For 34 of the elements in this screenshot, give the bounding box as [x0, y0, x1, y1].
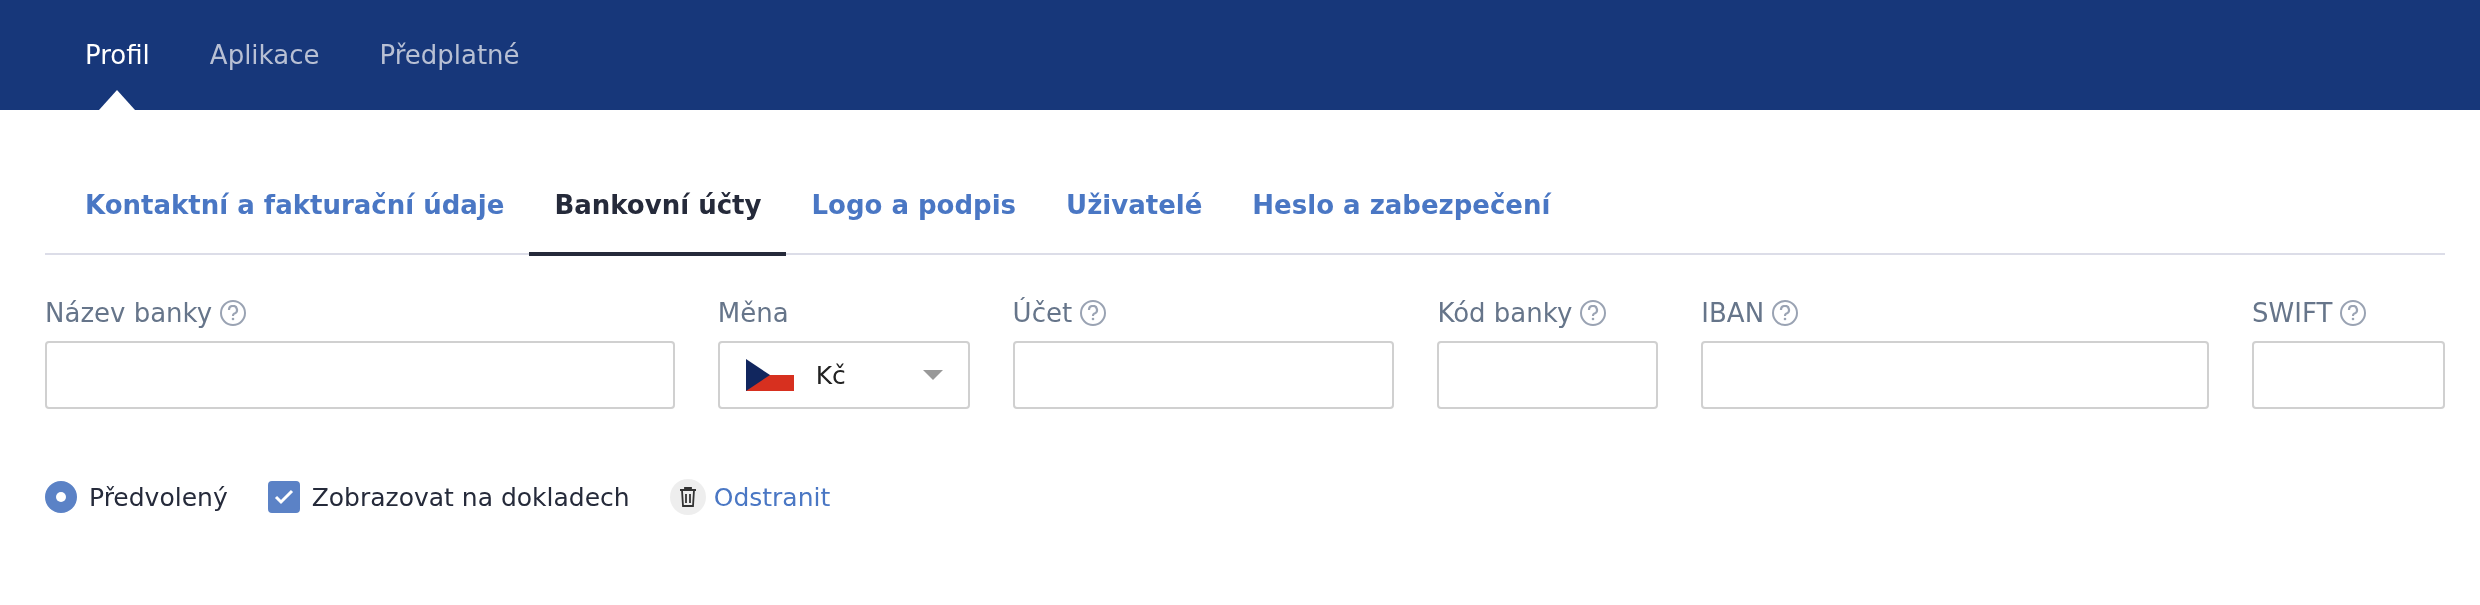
input-field[interactable]	[1012, 341, 1395, 409]
field-label: Měna	[717, 298, 789, 328]
nav-tab[interactable]: Aplikace	[209, 0, 320, 110]
field-label: Účet	[1012, 298, 1073, 328]
help-icon[interactable]	[1080, 300, 1107, 326]
caret-icon	[922, 370, 943, 380]
input-field[interactable]	[1701, 341, 2210, 409]
input-field[interactable]	[1437, 341, 1659, 409]
flag-icon	[745, 359, 794, 391]
section-tab[interactable]: Heslo a zabezpečení	[1252, 170, 1551, 256]
currency-select[interactable]: Kč	[717, 341, 970, 409]
section-tab[interactable]: Uživatelé	[1066, 170, 1203, 256]
section-tab[interactable]: Bankovní účty	[529, 170, 787, 256]
radio-button[interactable]	[45, 481, 77, 513]
input-field[interactable]	[2252, 341, 2445, 409]
help-icon[interactable]	[1580, 300, 1607, 326]
help-icon[interactable]	[2340, 300, 2367, 326]
field-label: IBAN	[1701, 298, 1765, 328]
section-tab[interactable]: Kontaktní a fakturační údaje	[85, 170, 505, 256]
field-label: Název banky	[45, 298, 213, 328]
field-label: SWIFT	[2252, 298, 2333, 328]
nav-tab[interactable]: Profil	[85, 0, 150, 110]
check-icon	[273, 489, 294, 505]
radio-label: Předvolený	[89, 482, 228, 512]
field-label: Kód banky	[1437, 298, 1573, 328]
help-icon[interactable]	[1772, 300, 1799, 326]
checkbox[interactable]	[267, 481, 300, 513]
section-tab[interactable]: Logo a podpis	[811, 170, 1017, 256]
remove-link[interactable]: Odstranit	[713, 482, 831, 512]
trash-icon[interactable]	[669, 479, 706, 515]
nav-tab[interactable]: Předplatné	[379, 0, 520, 110]
help-icon[interactable]	[220, 300, 247, 326]
input-field[interactable]	[45, 341, 675, 409]
checkbox-label: Zobrazovat na dokladech	[311, 482, 630, 512]
